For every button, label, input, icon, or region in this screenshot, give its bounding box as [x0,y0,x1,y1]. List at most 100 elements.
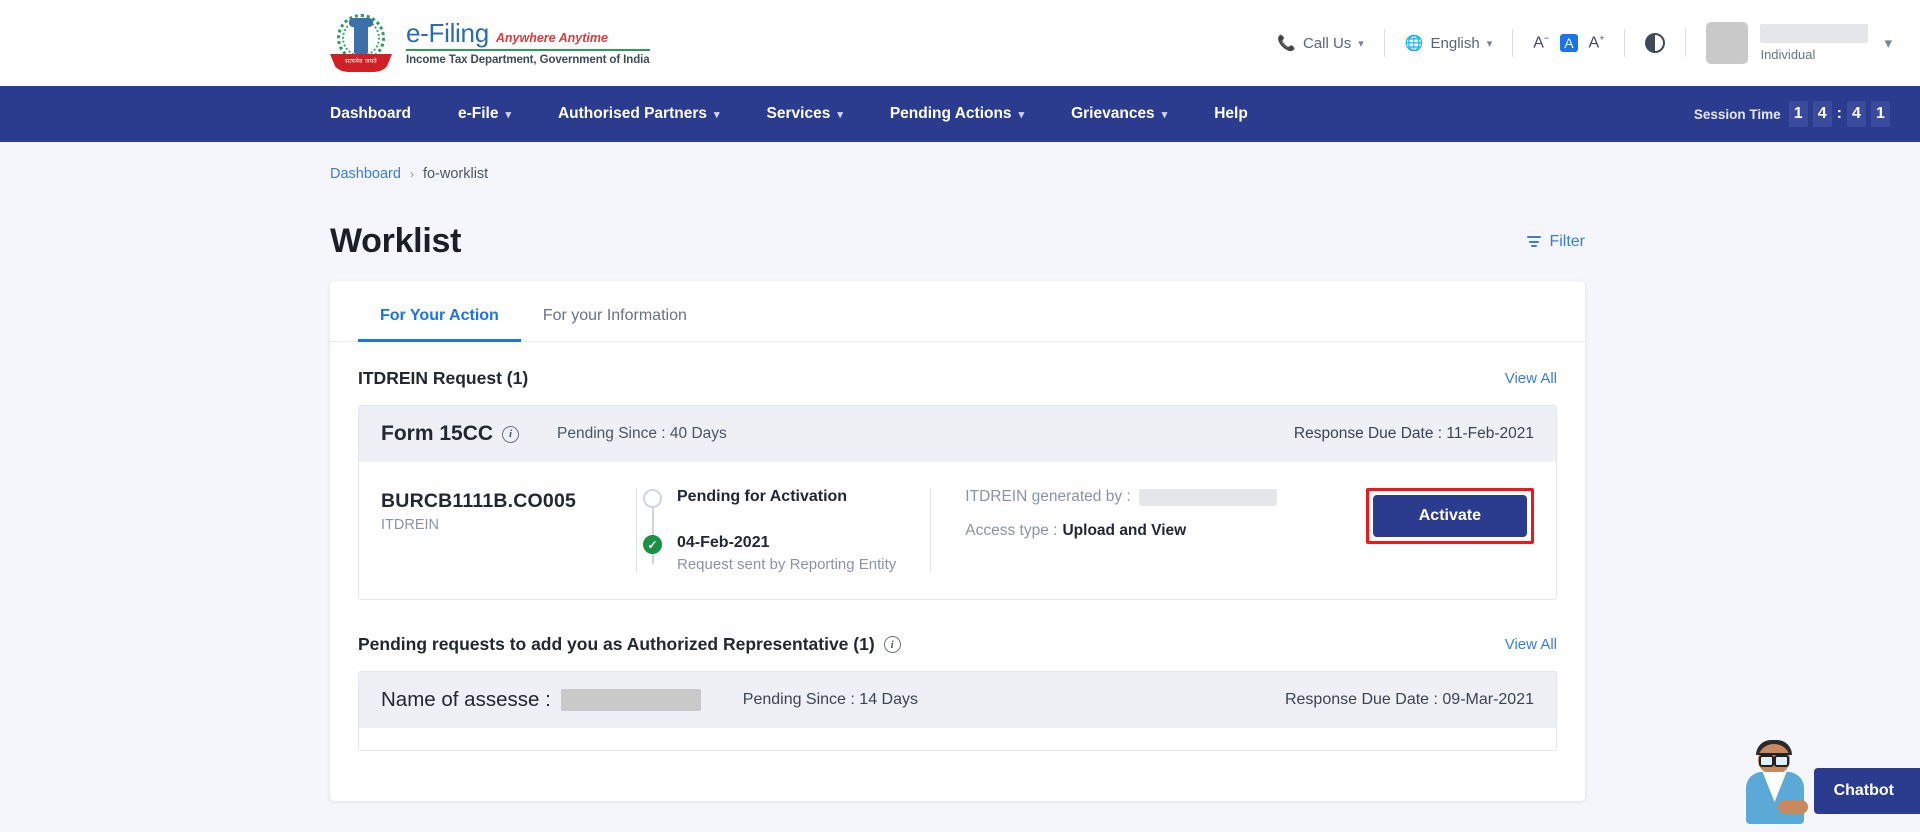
chatbot-avatar-icon [1736,738,1814,824]
font-increase-button[interactable]: A+ [1589,33,1605,52]
assesse-label: Name of assesse : [381,688,551,712]
item-body [359,728,1556,750]
main-navigation: Dashboard e-File ▾ Authorised Partners ▾… [0,86,1920,142]
worklist-card: For Your Action For your Information ITD… [330,281,1585,801]
brand-name: e-Filing [406,19,489,48]
nav-item-grievances[interactable]: Grievances ▾ [1071,105,1167,123]
chevron-down-icon: ▾ [1162,108,1168,121]
response-due-date: Response Due Date : 11-Feb-2021 [1294,425,1534,443]
itdrein-id-column: BURCB1111B.CO005 ITDREIN [381,488,636,573]
brand-text: e-Filing Anywhere Anytime Income Tax Dep… [406,19,650,67]
itdrein-request-item: Form 15CC i Pending Since : 40 Days Resp… [358,405,1557,600]
session-digit: 4 [1847,101,1866,127]
chevron-down-icon: ▾ [1884,34,1892,52]
view-all-link[interactable]: View All [1505,370,1557,387]
pending-since: Pending Since : 14 Days [743,691,918,709]
top-header: सत्यमेव जयते e-Filing Anywhere Anytime I… [0,0,1920,86]
breadcrumb-current: fo-worklist [423,166,488,182]
authorized-rep-item: Name of assesse : Pending Since : 14 Day… [358,671,1557,751]
tab-for-your-action[interactable]: For Your Action [358,281,521,342]
activate-highlight-box: Activate [1366,488,1534,544]
session-colon: : [1837,105,1842,123]
section-title: ITDREIN Request (1) [358,368,528,389]
session-digit: 1 [1871,101,1890,127]
filter-button[interactable]: Filter [1527,233,1585,251]
section-header-authorized-rep: Pending requests to add you as Authorize… [330,600,1585,655]
activate-button[interactable]: Activate [1373,495,1527,537]
nav-label: Services [767,105,831,123]
nav-label: Pending Actions [890,105,1012,123]
access-type-row: Access type : Upload and View [965,522,1355,540]
step-pending-icon [643,489,662,508]
globe-icon: 🌐 [1405,34,1424,52]
nav-item-efile[interactable]: e-File ▾ [458,105,511,123]
filter-label: Filter [1549,233,1585,251]
chatbot-widget[interactable]: Chatbot [1736,738,1920,824]
pending-since: Pending Since : 40 Days [557,425,727,443]
language-label: English [1431,35,1480,52]
page-header: Worklist Filter [0,182,1920,261]
session-digit: 1 [1789,101,1808,127]
brand-tagline: Anywhere Anytime [496,32,608,46]
brand-department: Income Tax Department, Government of Ind… [406,54,650,67]
nav-label: Help [1214,105,1248,123]
response-due-date: Response Due Date : 09-Mar-2021 [1285,691,1534,709]
access-type-label: Access type : [965,522,1057,540]
step-title: 04-Feb-2021 [677,534,896,552]
timeline-step: Pending for Activation [677,488,896,506]
tab-for-your-information[interactable]: For your Information [521,281,709,342]
session-digit: 4 [1813,101,1832,127]
info-icon[interactable]: i [884,636,901,653]
phone-icon: 📞 [1277,34,1296,52]
assesse-name-redacted [561,689,701,711]
assesse-name-row: Name of assesse : [381,688,701,712]
chevron-down-icon: ▾ [1019,108,1025,121]
page-title: Worklist [330,222,461,261]
view-all-link[interactable]: View All [1505,636,1557,653]
national-emblem-icon: सत्यमेव जयते [330,12,392,74]
generated-by-row: ITDREIN generated by : [965,488,1355,506]
nav-item-help[interactable]: Help [1214,105,1248,123]
profile-menu[interactable]: Individual ▾ [1686,22,1892,64]
call-us-menu[interactable]: 📞 Call Us ▾ [1257,34,1384,52]
call-us-label: Call Us [1303,35,1351,52]
profile-type-label: Individual [1760,47,1868,62]
filter-icon [1527,236,1541,247]
item-header: Name of assesse : Pending Since : 14 Day… [359,672,1556,728]
status-timeline: Pending for Activation ✓ 04-Feb-2021 Req… [636,488,930,573]
brand-divider [406,49,650,51]
nav-item-services[interactable]: Services ▾ [767,105,843,123]
nav-label: Dashboard [330,105,411,123]
generated-by-label: ITDREIN generated by : [965,488,1130,506]
chevron-down-icon: ▾ [1358,37,1364,50]
step-complete-check-icon: ✓ [643,535,662,554]
worklist-tabs: For Your Action For your Information [330,281,1585,342]
form-name: Form 15CC [381,422,493,446]
font-normal-button[interactable]: A [1560,34,1577,52]
nav-item-pending-actions[interactable]: Pending Actions ▾ [890,105,1024,123]
nav-item-dashboard[interactable]: Dashboard [330,105,411,123]
info-icon[interactable]: i [502,426,519,443]
nav-label: Grievances [1071,105,1155,123]
action-column: Activate [1356,488,1534,573]
font-size-controls: A− A A+ [1513,33,1624,52]
nav-label: Authorised Partners [558,105,707,123]
generated-by-value-redacted [1139,489,1277,506]
language-menu[interactable]: 🌐 English ▾ [1385,34,1512,52]
font-decrease-button[interactable]: A− [1533,33,1549,52]
step-subtitle: Request sent by Reporting Entity [677,556,896,573]
chevron-down-icon: ▾ [1487,37,1493,50]
session-timer: Session Time 1 4 : 4 1 [1694,101,1920,127]
contrast-icon[interactable] [1645,33,1665,53]
nav-item-authorised-partners[interactable]: Authorised Partners ▾ [558,105,720,123]
chevron-down-icon: ▾ [714,108,720,121]
access-type-value: Upload and View [1062,522,1186,540]
emblem-caption: सत्यमेव जयते [330,57,392,65]
site-logo[interactable]: सत्यमेव जयते e-Filing Anywhere Anytime I… [330,12,650,74]
chatbot-button[interactable]: Chatbot [1814,768,1920,814]
breadcrumb-dashboard-link[interactable]: Dashboard [330,166,401,182]
section-title: Pending requests to add you as Authorize… [358,634,875,655]
itdrein-number: BURCB1111B.CO005 [381,490,636,513]
nav-label: e-File [458,105,498,123]
itdrein-label: ITDREIN [381,517,636,533]
